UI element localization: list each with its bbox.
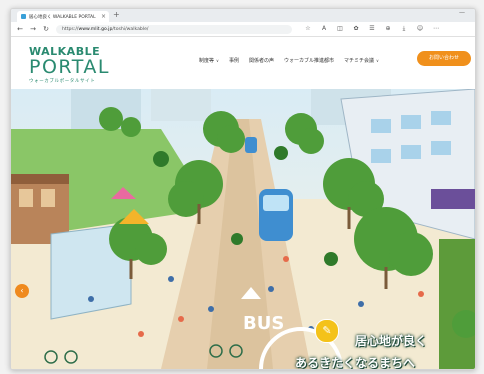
close-tab-icon[interactable]: × [101, 13, 106, 20]
nav-item-meeting[interactable]: マチミチ会議 ∨ [344, 57, 379, 64]
read-aloud-icon[interactable]: A [320, 25, 328, 33]
browser-window: 居心地良く WALKABLE PORTAL × + — ← → ↻ https:… [10, 8, 476, 370]
chevron-down-icon: ∨ [216, 58, 219, 63]
bus-lane-marking: BUS [243, 313, 284, 334]
site-logo-portal[interactable]: PORTAL [29, 56, 110, 78]
hero-caption-line2: あるきたくなるまちへ [295, 356, 416, 369]
hero-caption-line1: 居心地が良く [355, 334, 428, 348]
street-illustration: BUS [11, 89, 475, 369]
chevron-down-icon: ∨ [376, 58, 379, 63]
collections-icon[interactable]: ⊕ [384, 25, 392, 33]
browser-tab[interactable]: 居心地良く WALKABLE PORTAL × [17, 11, 109, 22]
menu-icon[interactable]: ⋯ [432, 25, 440, 33]
contact-button[interactable]: お問い合わせ [417, 51, 471, 66]
site-logo-subtitle: ウォーカブルポータルサイト [29, 79, 96, 84]
star-icon[interactable]: ☆ [304, 25, 312, 33]
new-tab-icon[interactable]: + [113, 10, 120, 19]
nav-item-system[interactable]: 制度等 ∨ [199, 57, 219, 64]
url-prefix: https:// [62, 26, 79, 32]
window-minimize-icon[interactable]: — [459, 9, 471, 16]
reload-icon[interactable]: ↻ [42, 25, 50, 33]
web-page: WALKABLE PORTAL ウォーカブルポータルサイト 制度等 ∨ 事例 関係… [11, 37, 475, 369]
back-icon[interactable]: ← [16, 25, 24, 33]
url-domain: www.mlit.go.jp [78, 26, 113, 32]
browser-toolbar: ← → ↻ https://www.mlit.go.jp/toshi/walka… [11, 22, 475, 37]
download-icon[interactable]: ⤓ [400, 25, 408, 33]
nav-item-voices[interactable]: 関係者の声 [249, 57, 274, 64]
site-header: WALKABLE PORTAL ウォーカブルポータルサイト 制度等 ∨ 事例 関係… [11, 37, 475, 89]
address-bar[interactable]: https://www.mlit.go.jp/toshi/walkable/ [56, 24, 292, 34]
carousel-prev-button[interactable]: ‹ [15, 284, 29, 298]
forward-icon[interactable]: → [29, 25, 37, 33]
favorites-icon[interactable]: ☰ [368, 25, 376, 33]
extensions-icon[interactable]: ✿ [352, 25, 360, 33]
profile-icon[interactable]: ☺ [416, 25, 424, 33]
nav-item-cities[interactable]: ウォーカブル推進都市 [284, 57, 334, 64]
nav-item-cases[interactable]: 事例 [229, 57, 239, 64]
tab-strip: 居心地良く WALKABLE PORTAL × + — [11, 9, 475, 22]
tab-title: 居心地良く WALKABLE PORTAL [29, 14, 96, 20]
hero-illustration: BUS ‹ ✎ 居心地が良く あるきたくなるまちへ [11, 89, 475, 369]
split-screen-icon[interactable]: ◫ [336, 25, 344, 33]
url-path: /toshi/walkable/ [112, 26, 149, 32]
global-nav: 制度等 ∨ 事例 関係者の声 ウォーカブル推進都市 マチミチ会議 ∨ [199, 57, 379, 64]
favicon-icon [21, 14, 26, 19]
pencil-icon: ✎ [315, 319, 339, 343]
